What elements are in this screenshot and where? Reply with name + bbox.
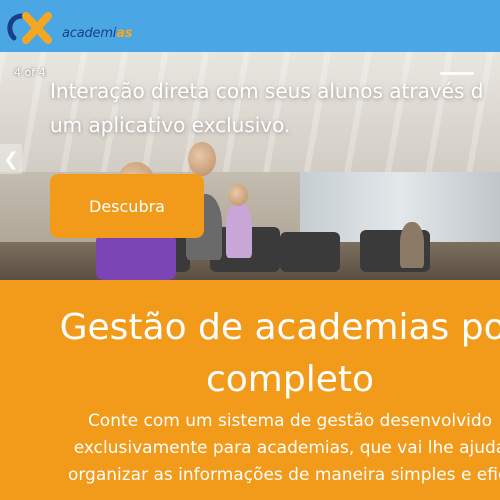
section-title: Gestão de academias por completo bbox=[0, 302, 500, 406]
description-line: Conte com um sistema de gestão desenvolv… bbox=[87, 411, 493, 431]
treadmill bbox=[280, 232, 340, 272]
prev-slide-button[interactable]: ❮ bbox=[0, 144, 22, 174]
page: academias 4 of 4 Interação direta com se… bbox=[0, 0, 500, 500]
hero-headline: Interação direta com seus alunos através… bbox=[50, 74, 500, 142]
person-head bbox=[228, 184, 248, 206]
description-line: exclusivamente para academias, que vai l… bbox=[73, 438, 500, 458]
section-title-line: Gestão de academias por bbox=[59, 307, 500, 348]
section-description: Conte com um sistema de gestão desenvolv… bbox=[0, 408, 500, 489]
site-header: academias bbox=[0, 0, 500, 52]
person bbox=[400, 222, 424, 268]
logo-icon bbox=[7, 12, 52, 44]
features-section: Gestão de academias por completo Conte c… bbox=[0, 280, 500, 500]
chevron-left-icon: ❮ bbox=[3, 148, 19, 170]
person-head bbox=[188, 142, 216, 176]
hero-slider: 4 of 4 Interação direta com seus alunos … bbox=[0, 52, 500, 280]
logo-text: academias bbox=[62, 26, 133, 41]
hero-headline-line: um aplicativo exclusivo. bbox=[50, 113, 291, 137]
discover-button[interactable]: Descubra bbox=[50, 174, 204, 238]
logo[interactable]: academias bbox=[4, 8, 144, 46]
section-title-line: completo bbox=[205, 359, 375, 400]
slide-counter: 4 of 4 bbox=[14, 66, 46, 79]
description-line: organizar as informações de maneira simp… bbox=[67, 465, 500, 485]
person bbox=[226, 202, 252, 258]
hero-headline-line: Interação direta com seus alunos através… bbox=[50, 79, 484, 103]
